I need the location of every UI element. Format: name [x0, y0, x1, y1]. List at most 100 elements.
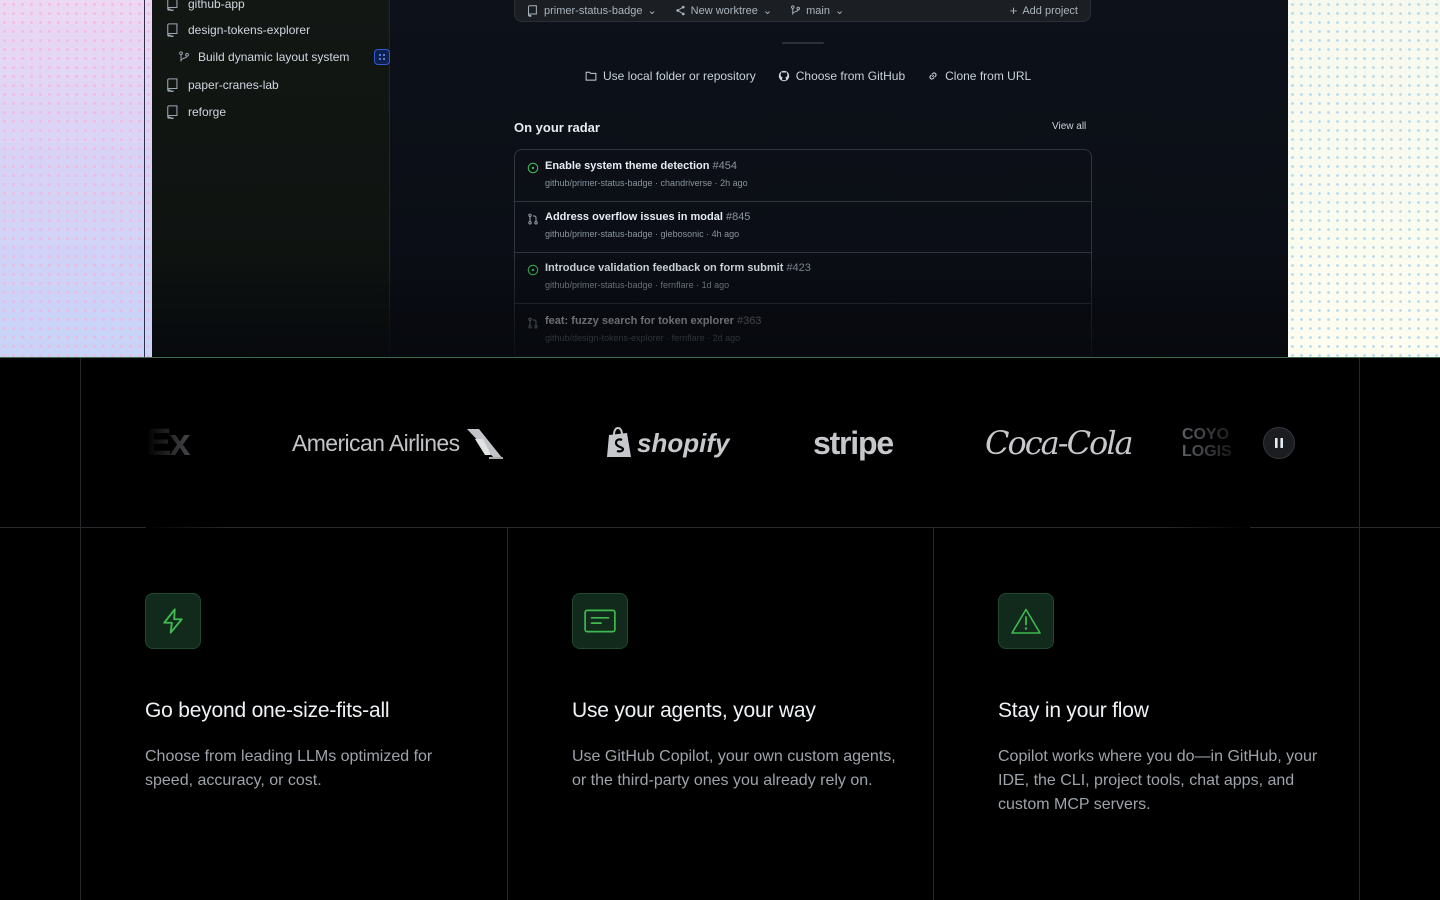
worktree-selector-label: New worktree [690, 4, 758, 17]
feature-icon-tile [145, 593, 201, 649]
radar-item-title-text: Introduce validation feedback on form su… [545, 262, 784, 274]
chevron-down-icon: ⌄ [834, 5, 845, 17]
app-window: github-app design-tokens-explorer Build … [152, 0, 1288, 358]
radar-heading: On your radar [514, 120, 600, 135]
repo-icon [528, 4, 537, 17]
coyote-logistics-logo: COYO LOGIS [1182, 358, 1232, 528]
pause-icon [1275, 438, 1283, 448]
american-airlines-logo-text: American Airlines [292, 429, 460, 456]
coca-cola-logo: Coca-Cola [985, 358, 1134, 528]
radar-item-title: Address overflow issues in modal #845 [545, 211, 750, 223]
sidebar-item-label: paper-cranes-lab [188, 78, 279, 92]
folder-icon [585, 71, 597, 81]
scroll-indicator [782, 42, 824, 44]
coca-cola-logo-text: Coca-Cola [985, 424, 1134, 462]
logo-carousel: Ex American Airlines shopify stripe Coca… [146, 358, 1240, 528]
radar-item[interactable]: Address overflow issues in modal #845 gi… [515, 201, 1091, 253]
radar-item-meta: github/primer-status-badge · glebosonic … [545, 229, 740, 239]
github-icon [778, 70, 789, 82]
issue-open-icon [527, 264, 539, 276]
stripe-logo-text: stripe [813, 424, 894, 461]
radar-item-title-text: feat: fuzzy search for token explorer [545, 315, 734, 327]
radar-item-meta: github/primer-status-badge · chandrivers… [545, 178, 748, 188]
branch-selector[interactable]: main ⌄ [790, 4, 844, 17]
add-project-button[interactable]: + Add project [1010, 4, 1078, 17]
american-airlines-logo: American Airlines [292, 358, 505, 528]
branch-selector-label: main [806, 4, 830, 17]
grid-dots-icon [379, 54, 385, 60]
prompt-bar: primer-status-badge ⌄ New worktree ⌄ mai… [514, 0, 1091, 22]
decorative-gradient-right [1288, 0, 1440, 358]
pause-carousel-button[interactable] [1263, 427, 1295, 459]
radar-item-number: #845 [725, 211, 751, 223]
sidebar-item-label: reforge [188, 105, 227, 119]
radar-item[interactable]: Introduce validation feedback on form su… [515, 252, 1091, 304]
fedex-logo-text: Ex [146, 421, 191, 464]
sidebar-item-label: github-app [188, 0, 245, 11]
sidebar-item-reforge[interactable]: reforge [166, 101, 378, 123]
sidebar-item-build-dynamic-layout-system[interactable]: Build dynamic layout system [178, 46, 390, 68]
feature-description: Use GitHub Copilot, your own custom agen… [572, 748, 896, 789]
feature-card: Go beyond one-size-fits-all Choose from … [81, 528, 507, 900]
shopify-logo-text: shopify [637, 427, 730, 458]
radar-item-title-text: Address overflow issues in modal [545, 211, 723, 223]
repo-selector-label: primer-status-badge [544, 4, 643, 17]
sidebar-item-design-tokens-explorer[interactable]: design-tokens-explorer [166, 19, 378, 41]
sidebar-item-github-app[interactable]: github-app [166, 0, 378, 15]
radar-item-title-text: Enable system theme detection [545, 160, 710, 172]
feature-icon-tile [572, 593, 628, 649]
choose-from-github-label: Choose from GitHub [795, 69, 906, 83]
use-local-folder-label: Use local folder or repository [603, 69, 756, 83]
radar-item-title: feat: fuzzy search for token explorer #3… [545, 315, 761, 327]
share-icon [676, 5, 685, 16]
pull-request-icon [528, 213, 538, 225]
coyote-logo-line1: COYO [1182, 426, 1230, 443]
grid-line [80, 358, 81, 528]
add-project-label: Add project [1022, 4, 1078, 17]
sidebar-item-label: Build dynamic layout system [198, 50, 350, 64]
chevron-down-icon: ⌄ [762, 5, 773, 17]
app-sidebar: github-app design-tokens-explorer Build … [152, 0, 390, 358]
radar-item-number: #423 [786, 262, 811, 274]
choose-from-github-button[interactable]: Choose from GitHub [778, 69, 905, 83]
stripe-logo: stripe [813, 358, 894, 528]
repo-icon [167, 78, 178, 92]
radar-item[interactable]: Enable system theme detection #454 githu… [515, 150, 1091, 202]
sidebar-item-paper-cranes-lab[interactable]: paper-cranes-lab [166, 74, 378, 96]
view-all-link[interactable]: View all [1052, 121, 1086, 132]
radar-item-meta: github/design-tokens-explorer · fernflar… [545, 333, 741, 343]
feature-description: Copilot works where you do—in GitHub, yo… [998, 748, 1318, 813]
coyote-logo-line2: LOGIS [1182, 443, 1232, 460]
issue-open-icon [527, 162, 539, 174]
repo-icon [167, 105, 178, 119]
repo-selector[interactable]: primer-status-badge ⌄ [527, 4, 657, 17]
clone-from-url-button[interactable]: Clone from URL [927, 69, 1031, 83]
radar-item[interactable]: feat: fuzzy search for token explorer #3… [515, 305, 1091, 357]
fedex-logo: Ex [146, 358, 191, 528]
radar-item-number: #454 [712, 160, 737, 172]
source-options: Use local folder or repository Choose fr… [585, 69, 1031, 83]
hero-screenshot: github-app design-tokens-explorer Build … [0, 0, 1440, 358]
alert-triangle-icon [1011, 608, 1041, 634]
branch-icon [179, 51, 189, 62]
message-icon [584, 609, 616, 633]
radar-item-number: #363 [736, 315, 762, 327]
customer-logos-strip: Ex American Airlines shopify stripe Coca… [0, 358, 1440, 528]
decorative-gradient-left [0, 0, 152, 358]
features-section: Go beyond one-size-fits-all Choose from … [0, 528, 1440, 900]
use-local-folder-button[interactable]: Use local folder or repository [585, 69, 756, 83]
radar-item-meta: github/primer-status-badge · fernflare ·… [545, 280, 730, 290]
radar-item-title: Enable system theme detection #454 [545, 160, 737, 172]
lightning-icon [163, 608, 183, 634]
feature-card: Stay in your flow Copilot works where yo… [934, 528, 1360, 900]
repo-icon [167, 23, 178, 37]
worktree-selector[interactable]: New worktree ⌄ [675, 4, 772, 17]
feature-card: Use your agents, your way Use GitHub Cop… [508, 528, 934, 900]
branch-icon [791, 5, 801, 15]
sidebar-item-label: design-tokens-explorer [188, 23, 311, 37]
pull-request-icon [528, 317, 538, 329]
feature-icon-tile [998, 593, 1054, 649]
feature-title: Use your agents, your way [572, 699, 816, 722]
divider [144, 0, 145, 358]
feature-title: Go beyond one-size-fits-all [145, 699, 390, 722]
